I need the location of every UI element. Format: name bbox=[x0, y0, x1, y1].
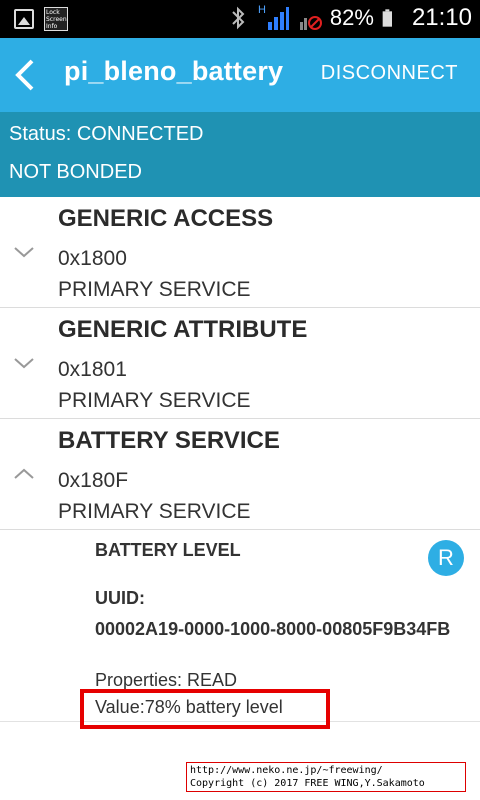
battery-percent: 82% bbox=[329, 5, 374, 30]
characteristic-uuid: 00002A19-0000-1000-8000-00805F9B34FB bbox=[95, 619, 451, 639]
copyright-note: http://www.neko.ne.jp/~freewing/ Copyrig… bbox=[186, 762, 466, 792]
read-button[interactable]: R bbox=[428, 540, 464, 576]
value-highlight-box bbox=[80, 689, 330, 729]
signal-icon bbox=[267, 7, 289, 30]
bluetooth-icon bbox=[232, 6, 245, 30]
service-name: GENERIC ACCESS bbox=[58, 205, 274, 232]
service-type: PRIMARY SERVICE bbox=[58, 389, 251, 412]
disconnect-button[interactable]: DISCONNECT bbox=[321, 62, 458, 85]
characteristic-name: BATTERY LEVEL bbox=[95, 540, 241, 560]
network-type-label: H bbox=[257, 4, 266, 16]
service-uuid: 0x1800 bbox=[58, 247, 127, 270]
service-name: BATTERY SERVICE bbox=[58, 427, 280, 454]
no-sim-icon bbox=[299, 16, 322, 30]
status-bar-left: Lock Screen Info bbox=[14, 7, 68, 31]
service-type: PRIMARY SERVICE bbox=[58, 500, 251, 523]
connection-status-panel: Status: CONNECTED NOT BONDED bbox=[0, 112, 480, 197]
copyright-url: http://www.neko.ne.jp/~freewing/ bbox=[190, 765, 383, 776]
chevron-up-icon bbox=[14, 468, 34, 479]
battery-icon bbox=[382, 9, 392, 27]
characteristic-uuid-label: UUID: bbox=[95, 588, 145, 608]
copyright-text: Copyright (c) 2017 FREE WING,Y.Sakamoto bbox=[190, 778, 425, 789]
service-name: GENERIC ATTRIBUTE bbox=[58, 316, 308, 343]
chevron-down-icon bbox=[14, 247, 34, 258]
lock-screen-info-icon: Lock Screen Info bbox=[44, 7, 68, 31]
service-uuid: 0x1801 bbox=[58, 358, 127, 381]
characteristic-properties: Properties: READ bbox=[95, 670, 238, 690]
image-icon bbox=[14, 9, 34, 29]
chevron-down-icon bbox=[14, 358, 34, 369]
device-title: pi_bleno_battery bbox=[64, 56, 284, 86]
service-generic-attribute[interactable]: GENERIC ATTRIBUTE 0x1801 PRIMARY SERVICE bbox=[0, 308, 480, 419]
clock: 21:10 bbox=[411, 4, 472, 31]
status-bar: Lock Screen Info H 82% 21:10 bbox=[0, 0, 480, 38]
app-bar: pi_bleno_battery DISCONNECT bbox=[0, 38, 480, 112]
connection-status: Status: CONNECTED bbox=[9, 123, 204, 145]
bond-status: NOT BONDED bbox=[9, 161, 142, 183]
back-arrow-icon[interactable] bbox=[10, 53, 52, 97]
service-type: PRIMARY SERVICE bbox=[58, 278, 251, 301]
service-uuid: 0x180F bbox=[58, 469, 129, 492]
service-generic-access[interactable]: GENERIC ACCESS 0x1800 PRIMARY SERVICE bbox=[0, 197, 480, 308]
status-bar-right: H 82% 21:10 bbox=[226, 4, 472, 32]
service-battery[interactable]: BATTERY SERVICE 0x180F PRIMARY SERVICE bbox=[0, 419, 480, 530]
